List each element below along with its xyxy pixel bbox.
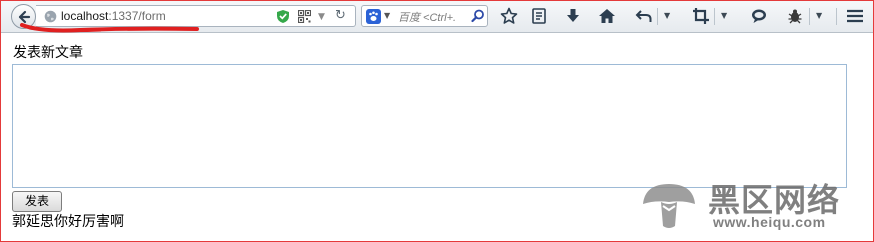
- crop-icon[interactable]: [692, 7, 710, 25]
- address-dropdown-icon[interactable]: ▼: [318, 12, 325, 22]
- toolbar-separator: [809, 8, 810, 25]
- article-textarea[interactable]: [12, 64, 847, 188]
- home-icon[interactable]: [598, 7, 616, 25]
- bookmark-star-icon[interactable]: [500, 7, 518, 25]
- page-title: 发表新文章: [13, 45, 83, 61]
- hamburger-menu-icon[interactable]: [846, 7, 864, 25]
- qr-code-icon[interactable]: [298, 10, 311, 23]
- toolbar-separator: [836, 8, 837, 25]
- reload-icon[interactable]: ↻: [335, 8, 346, 23]
- search-engine-dropdown-icon[interactable]: ▼: [384, 11, 390, 20]
- watermark-url: www.heiqu.com: [713, 214, 826, 230]
- search-bar[interactable]: ▼ 百度 <Ctrl+.: [361, 5, 488, 27]
- toolbar-separator: [714, 8, 715, 25]
- undo-icon[interactable]: [635, 7, 653, 25]
- crop-dropdown-icon[interactable]: ▼: [721, 11, 727, 20]
- chat-icon[interactable]: [750, 7, 768, 25]
- shield-check-icon[interactable]: [276, 9, 290, 24]
- undo-dropdown-icon[interactable]: ▼: [664, 11, 670, 20]
- published-article-text: 郭延思你好厉害啊: [12, 214, 124, 230]
- bug-icon[interactable]: [786, 7, 804, 25]
- search-input[interactable]: 百度 <Ctrl+.: [398, 9, 456, 25]
- publish-button[interactable]: 发表: [12, 191, 62, 212]
- download-icon[interactable]: [564, 7, 582, 25]
- reading-list-icon[interactable]: [530, 7, 548, 25]
- baidu-paw-icon[interactable]: [366, 9, 381, 24]
- toolbar-separator: [657, 8, 658, 25]
- watermark-mushroom-logo: [643, 184, 695, 228]
- red-underline-annotation: [20, 23, 199, 33]
- search-icon[interactable]: [471, 9, 485, 23]
- addon-dropdown-icon[interactable]: ▼: [816, 11, 822, 20]
